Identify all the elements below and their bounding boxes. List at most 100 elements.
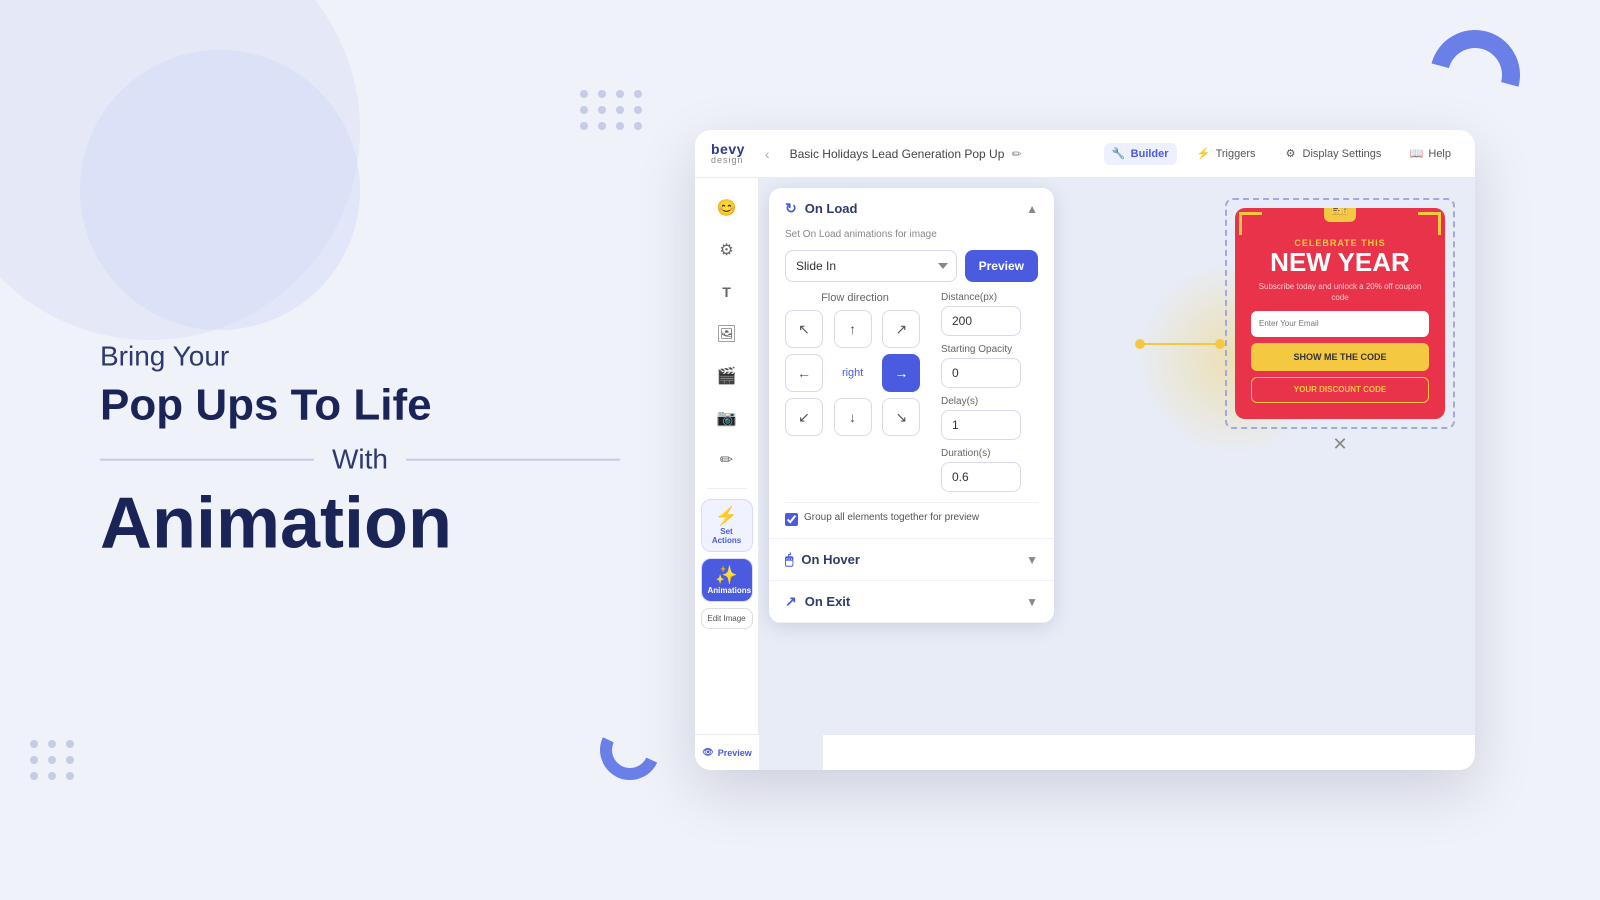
on-load-header[interactable]: ↻ On Load ▲ [769, 188, 1054, 229]
arrow-dot-left [1135, 339, 1145, 349]
logo-sub: design [711, 156, 745, 165]
title-line1: Pop Ups To Life [100, 381, 620, 432]
sidebar-icon-video[interactable]: 🎬 [709, 358, 745, 394]
direction-section: Flow direction ↖ ↑ ↗ ← right → ↙ ↓ [785, 292, 925, 436]
dir-bottom[interactable]: ↓ [834, 398, 872, 436]
dots-top [580, 90, 644, 130]
sidebar-icon-text[interactable]: T [709, 274, 745, 310]
popup-preview-container: 🎫 CELEBRATE THIS NEW YEAR Subscribe toda… [1225, 198, 1455, 429]
arrow-dot-right [1215, 339, 1225, 349]
dir-center-label: right [834, 354, 872, 392]
bg-hook-bottom [592, 712, 669, 789]
on-hover-title: On Hover [801, 552, 860, 567]
popup-ticket: 🎫 [1324, 208, 1356, 222]
sidebar-icon-image[interactable]: 🖼 [709, 316, 745, 352]
sidebar-icon-gear[interactable]: ⚙ [709, 232, 745, 268]
dir-top-left[interactable]: ↖ [785, 310, 823, 348]
on-hover-header[interactable]: 🖱 On Hover ▼ [769, 539, 1054, 580]
popup-email-input[interactable] [1251, 311, 1429, 337]
on-exit-section: ↗ On Exit ▼ [769, 581, 1054, 623]
starting-opacity-input[interactable] [941, 358, 1021, 388]
dir-right[interactable]: → [882, 354, 920, 392]
sidebar-divider [707, 488, 747, 489]
direction-and-inputs: Flow direction ↖ ↑ ↗ ← right → ↙ ↓ [785, 292, 1038, 492]
bottom-bar [823, 734, 1475, 770]
on-load-body: Set On Load animations for image Slide I… [769, 229, 1054, 538]
preview-animation-btn[interactable]: Preview [965, 250, 1038, 282]
on-hover-chevron: ▼ [1026, 553, 1038, 567]
duration-input[interactable] [941, 462, 1021, 492]
with-label: With [332, 443, 388, 475]
on-exit-header[interactable]: ↗ On Exit ▼ [769, 581, 1054, 622]
arrow-line [1140, 343, 1220, 345]
animation-word: Animation [100, 487, 620, 559]
edit-image-btn[interactable]: Edit Image [701, 608, 753, 629]
on-exit-left: ↗ On Exit [785, 593, 850, 610]
edit-image-label: Edit Image [707, 614, 747, 623]
dots-bottom [30, 740, 76, 780]
animations-label: Animations [708, 586, 746, 595]
triggers-btn[interactable]: ⚡ Triggers [1189, 143, 1264, 165]
duration-group: Duration(s) [941, 448, 1021, 492]
on-load-subtitle: Set On Load animations for image [785, 229, 1038, 240]
bg-hook-top-right [1414, 14, 1537, 137]
popup-cta-button[interactable]: SHOW ME THE CODE [1251, 343, 1429, 371]
refresh-icon: ↻ [785, 200, 797, 217]
popup-close-icon[interactable]: ✕ [1332, 434, 1347, 455]
sidebar-icon-photo[interactable]: 📷 [709, 400, 745, 436]
on-hover-section: 🖱 On Hover ▼ [769, 539, 1054, 581]
set-actions-btn[interactable]: ⚡ Set Actions [701, 499, 753, 552]
main-canvas: ↻ On Load ▲ Set On Load animations for i… [759, 178, 1475, 770]
builder-label: Builder [1131, 148, 1169, 160]
triggers-icon: ⚡ [1197, 147, 1211, 161]
topbar-actions: 🔧 Builder ⚡ Triggers ⚙ Display Settings … [1104, 143, 1459, 165]
preview-btn-bottom[interactable]: 👁 Preview [702, 747, 751, 758]
distance-group: Distance(px) [941, 292, 1021, 336]
duration-label: Duration(s) [941, 448, 1021, 459]
animations-icon: ✨ [708, 565, 746, 586]
dir-bottom-left[interactable]: ↙ [785, 398, 823, 436]
set-actions-label: Set Actions [708, 527, 746, 545]
hover-icon: 🖱 [785, 551, 793, 568]
animation-type-row: Slide In None Fade In Zoom In Bounce Pre… [785, 250, 1038, 282]
dir-top[interactable]: ↑ [834, 310, 872, 348]
subtitle-line: Bring Your [100, 341, 620, 373]
on-hover-left: 🖱 On Hover [785, 551, 860, 568]
help-btn[interactable]: 📖 Help [1401, 143, 1459, 165]
logo-name: bevy [711, 142, 745, 156]
popup-subtitle: Subscribe today and unlock a 20% off cou… [1251, 281, 1429, 303]
nav-back-arrow[interactable]: ‹ [761, 146, 774, 162]
popup-discount-button[interactable]: YOUR DISCOUNT CODE [1251, 377, 1429, 403]
on-exit-chevron: ▼ [1026, 595, 1038, 609]
delay-input[interactable] [941, 410, 1021, 440]
display-settings-icon: ⚙ [1284, 147, 1298, 161]
exit-icon: ↗ [785, 593, 797, 610]
flow-direction-label: Flow direction [785, 292, 925, 304]
animation-type-select[interactable]: Slide In None Fade In Zoom In Bounce [785, 250, 957, 282]
sidebar: 😊 ⚙ T 🖼 🎬 📷 ✏ ⚡ Set Actions ✨ Animations… [695, 178, 759, 770]
app-body: 😊 ⚙ T 🖼 🎬 📷 ✏ ⚡ Set Actions ✨ Animations… [695, 178, 1475, 770]
preview-label: Preview [718, 748, 752, 758]
app-topbar: bevy design ‹ Basic Holidays Lead Genera… [695, 130, 1475, 178]
starting-opacity-group: Starting Opacity [941, 344, 1021, 388]
popup-new-year-text: NEW YEAR [1251, 248, 1429, 277]
dir-left[interactable]: ← [785, 354, 823, 392]
builder-icon: 🔧 [1112, 147, 1126, 161]
on-load-section: ↻ On Load ▲ Set On Load animations for i… [769, 188, 1054, 539]
dir-bottom-right[interactable]: ↘ [882, 398, 920, 436]
on-exit-title: On Exit [805, 594, 851, 609]
edit-title-icon[interactable]: ✏ [1012, 147, 1022, 161]
dir-top-right[interactable]: ↗ [882, 310, 920, 348]
with-line-divider: With [100, 443, 620, 475]
starting-opacity-label: Starting Opacity [941, 344, 1021, 355]
builder-btn[interactable]: 🔧 Builder [1104, 143, 1177, 165]
display-settings-btn[interactable]: ⚙ Display Settings [1276, 143, 1390, 165]
distance-input[interactable] [941, 306, 1021, 336]
preview-eye-icon: 👁 [702, 747, 713, 758]
sidebar-icon-edit[interactable]: ✏ [709, 442, 745, 478]
on-load-title: On Load [805, 201, 858, 216]
sidebar-icon-smiley[interactable]: 😊 [709, 190, 745, 226]
group-elements-checkbox[interactable] [785, 513, 798, 526]
right-inputs: Distance(px) Starting Opacity Delay(s) [941, 292, 1021, 492]
animations-btn[interactable]: ✨ Animations [701, 558, 753, 602]
